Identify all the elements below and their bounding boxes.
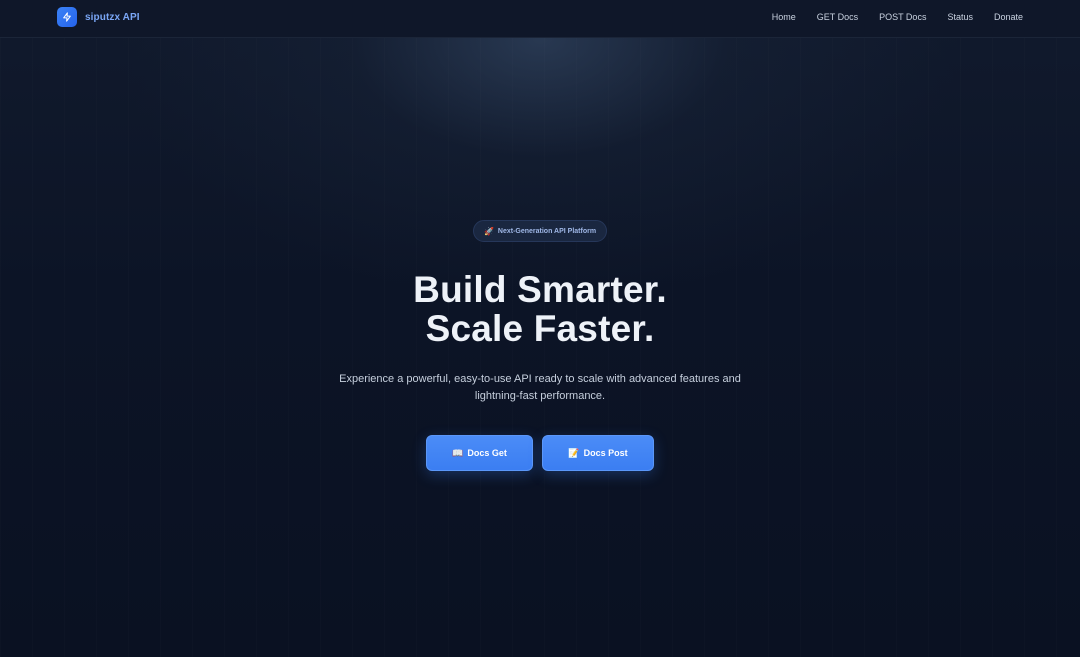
platform-badge: 🚀 Next-Generation API Platform	[473, 220, 607, 242]
lightning-bolt-icon	[57, 7, 77, 27]
hero-section: 🚀 Next-Generation API Platform Build Sma…	[0, 38, 1080, 657]
docs-get-label: Docs Get	[467, 448, 507, 458]
nav-links: Home GET Docs POST Docs Status Donate	[751, 11, 1023, 23]
hero-title-line-2: Scale Faster.	[425, 308, 655, 349]
rocket-icon: 🚀	[483, 226, 494, 236]
nav-link-home[interactable]: Home	[772, 11, 796, 23]
docs-post-button[interactable]: 📝 Docs Post	[542, 435, 654, 471]
nav-link-status[interactable]: Status	[947, 11, 973, 23]
brand-name: siputzx API	[85, 11, 140, 23]
badge-label: Next-Generation API Platform	[497, 227, 597, 235]
brand[interactable]: siputzx API	[57, 7, 140, 27]
hero-title: Build Smarter. Scale Faster.	[290, 270, 790, 348]
docs-get-button[interactable]: 📖 Docs Get	[426, 435, 533, 471]
nav-link-post-docs[interactable]: POST Docs	[879, 11, 926, 23]
book-icon: 📖	[452, 447, 464, 458]
nav-link-get-docs[interactable]: GET Docs	[817, 11, 858, 23]
docs-post-label: Docs Post	[583, 448, 628, 458]
hero-subtitle: Experience a powerful, easy-to-use API r…	[339, 373, 741, 402]
nav-link-donate[interactable]: Donate	[994, 11, 1023, 23]
top-navbar: siputzx API Home GET Docs POST Docs Stat…	[0, 0, 1080, 38]
memo-icon: 📝	[568, 447, 580, 458]
hero-title-line-1: Build Smarter.	[413, 269, 667, 310]
